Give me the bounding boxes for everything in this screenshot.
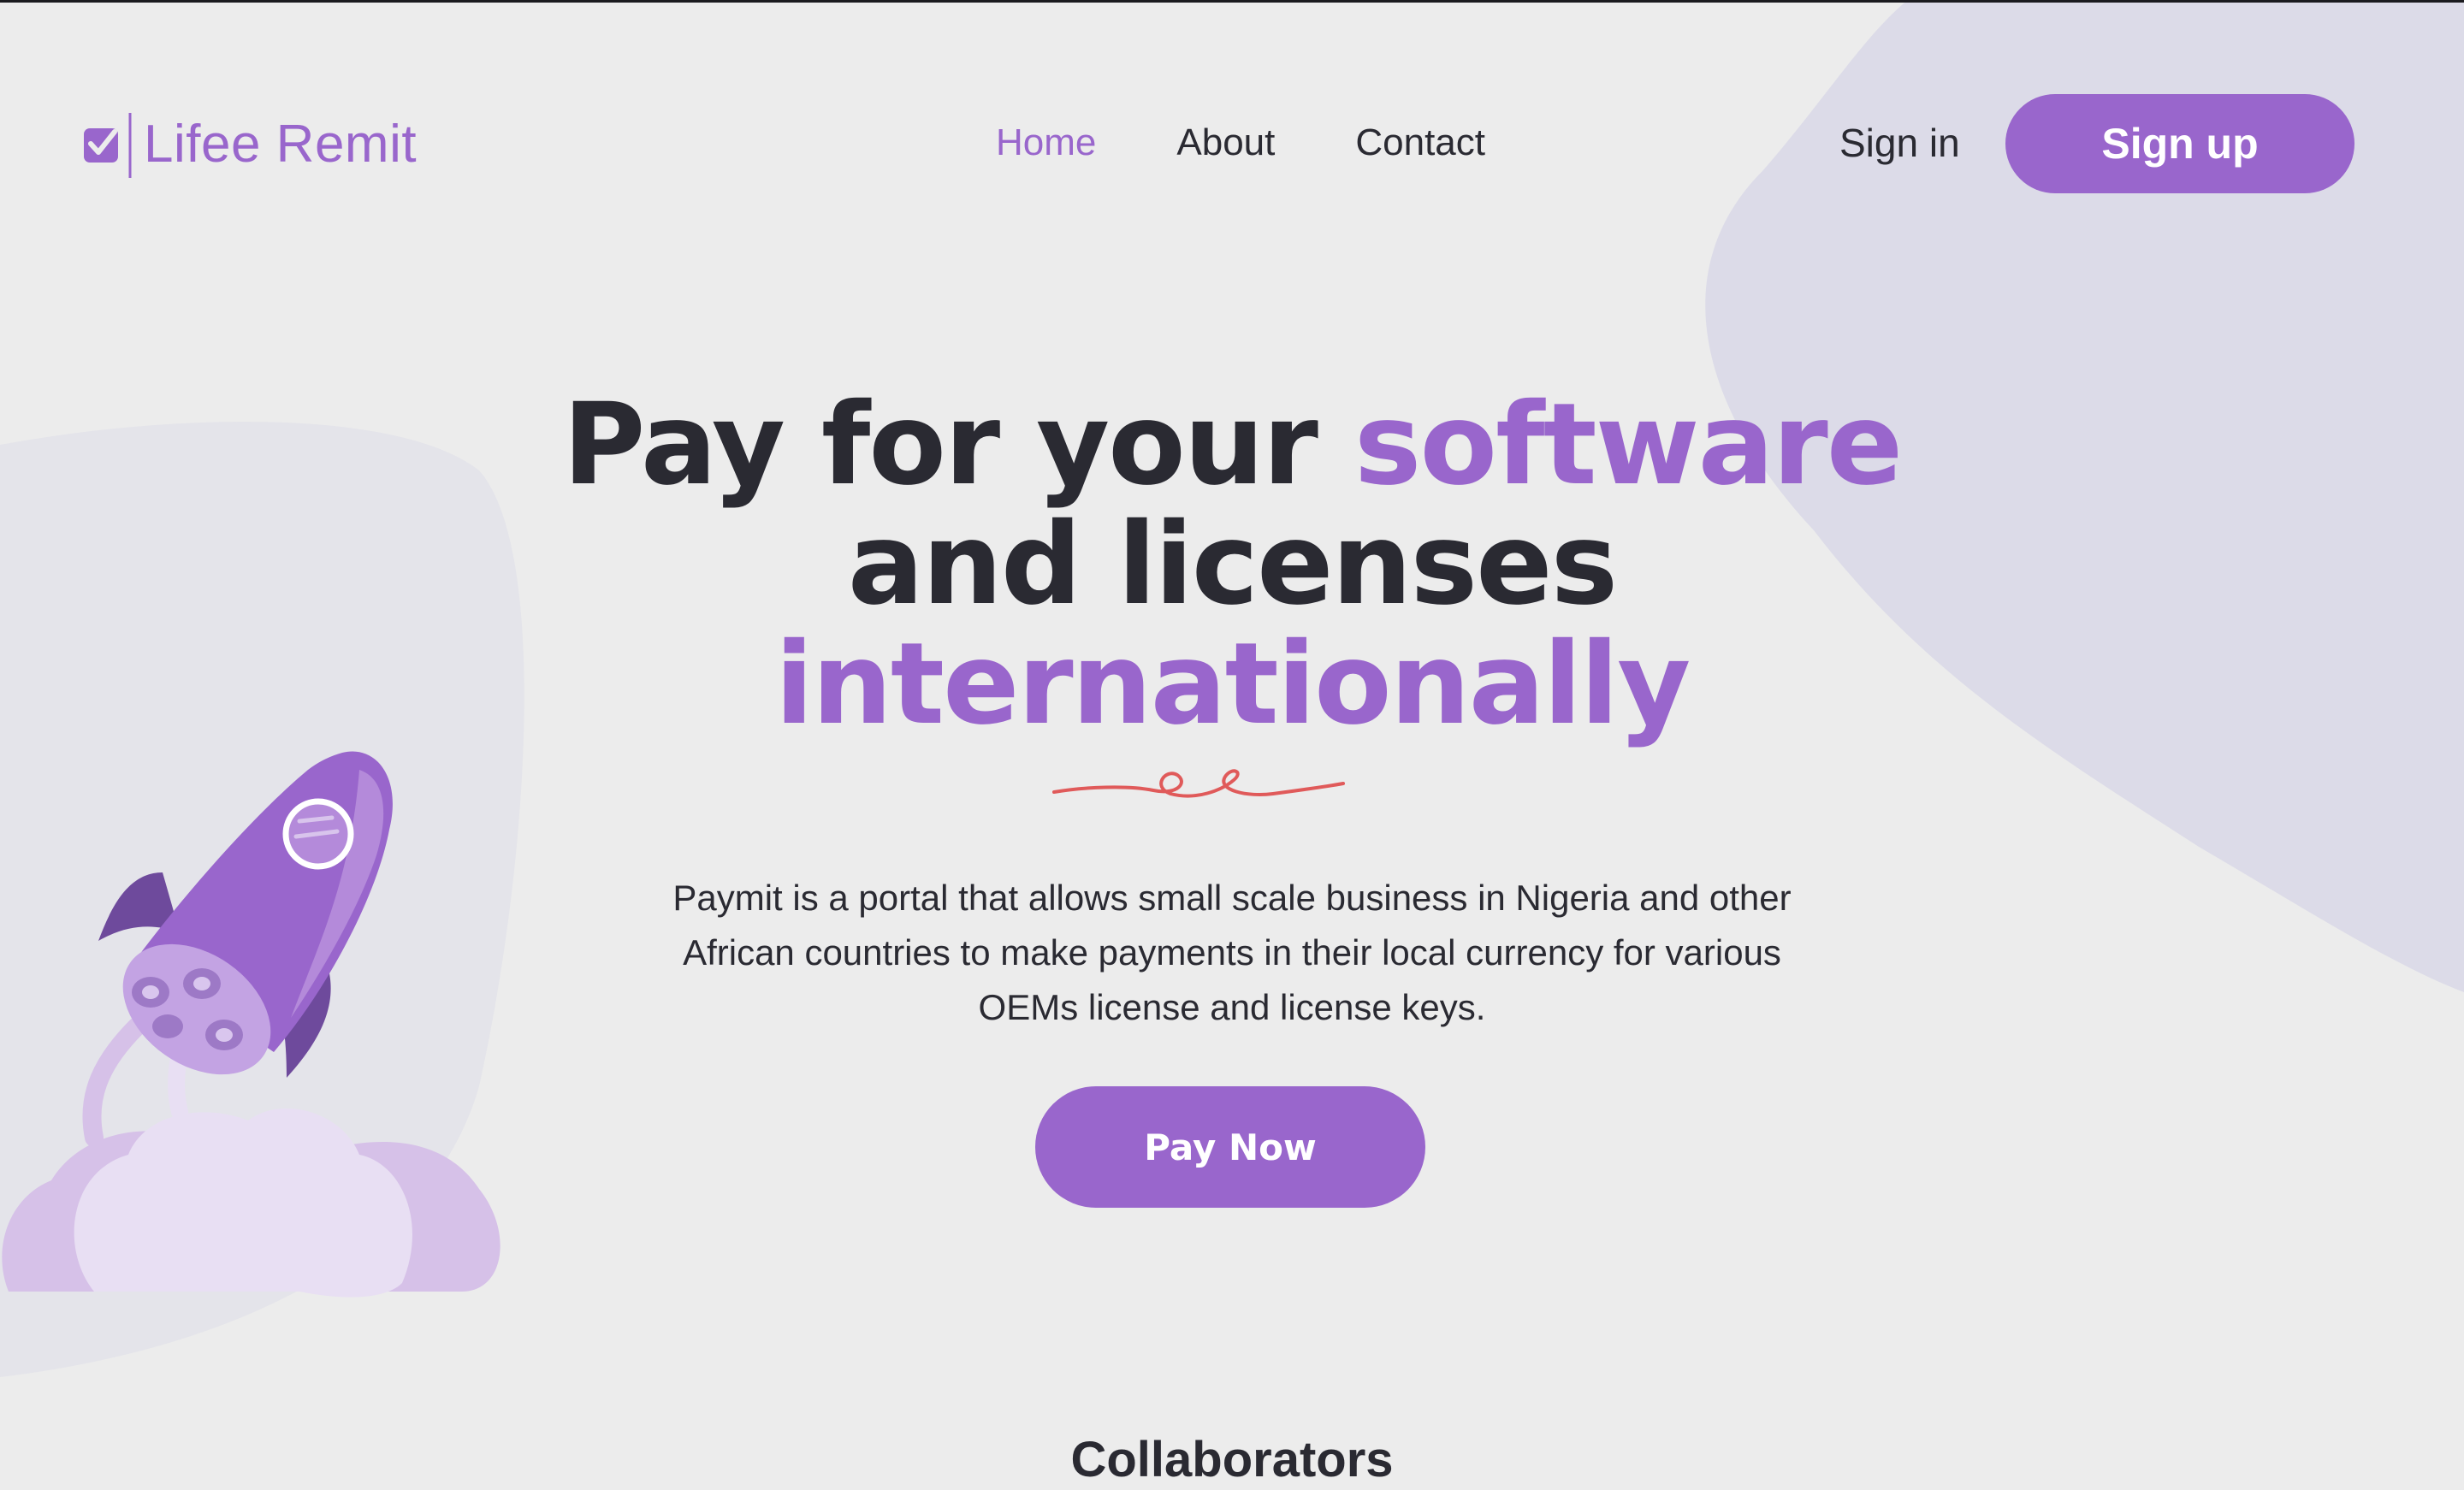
rocket-illustration bbox=[2, 751, 500, 1298]
hero-title-accent-word: software bbox=[1353, 379, 1903, 511]
hero-title-line-3: internationally bbox=[774, 618, 1691, 750]
hero-title-line-2: and licenses bbox=[847, 499, 1618, 630]
nav-link-home[interactable]: Home bbox=[996, 121, 1096, 164]
pay-now-button[interactable]: Pay Now bbox=[1035, 1086, 1425, 1208]
hero-title: Pay for your software and licenses inter… bbox=[462, 385, 2002, 744]
hero-title-line-1: Pay for your software bbox=[462, 385, 2002, 505]
hero-description: Paymit is a portal that allows small sca… bbox=[672, 878, 1792, 1027]
nav-link-contact[interactable]: Contact bbox=[1355, 121, 1485, 164]
hero-title-dark-part: Pay for your bbox=[562, 379, 1318, 511]
collaborators-heading: Collaborators bbox=[1070, 1432, 1394, 1487]
nav-links: Home About Contact bbox=[941, 113, 1540, 173]
top-border bbox=[0, 0, 2464, 3]
exhaust-trail bbox=[82, 1017, 146, 1147]
squiggle-underline bbox=[1052, 769, 1345, 798]
top-navigation: Lifee Remit Home About Contact Sign in S… bbox=[0, 0, 2464, 205]
checkbox-icon bbox=[84, 113, 132, 178]
brand-name: Lifee Remit bbox=[144, 115, 418, 174]
brand-logo[interactable]: Lifee Remit bbox=[80, 109, 417, 180]
sign-in-link[interactable]: Sign in bbox=[1839, 113, 1960, 173]
nav-link-about[interactable]: About bbox=[1176, 121, 1275, 164]
sign-up-button[interactable]: Sign up bbox=[2005, 94, 2354, 193]
